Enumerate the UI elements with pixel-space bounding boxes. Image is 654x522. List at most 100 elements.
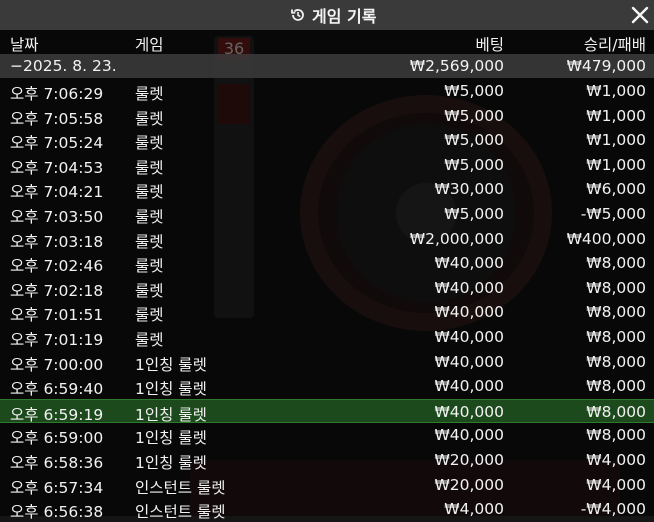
- row-result: -₩4,000: [580, 500, 646, 519]
- row-time: 오후 6:56:38: [10, 503, 104, 522]
- row-bet: ₩40,000: [434, 303, 504, 322]
- summary-bet: ₩2,569,000: [409, 57, 504, 75]
- row-result: ₩8,000: [586, 426, 646, 445]
- row-game: 룰렛: [135, 257, 164, 276]
- row-bet: ₩30,000: [434, 180, 504, 199]
- col-date-header: 날짜: [10, 36, 39, 54]
- table-row[interactable]: 오후 6:59:19 1인칭 룰렛 ₩40,000 ₩8,000: [0, 398, 654, 424]
- close-icon[interactable]: [628, 3, 652, 27]
- row-result: ₩6,000: [586, 180, 646, 199]
- row-result: ₩4,000: [586, 475, 646, 494]
- row-bet: ₩20,000: [434, 451, 504, 469]
- row-game: 1인칭 룰렛: [135, 380, 207, 399]
- table-row[interactable]: 오후 7:05:58 룰렛 ₩5,000 ₩1,000: [0, 104, 654, 128]
- row-time: 오후 7:02:18: [10, 281, 104, 300]
- row-result: ₩8,000: [586, 254, 646, 273]
- row-time: 오후 6:58:36: [10, 454, 104, 472]
- row-bet: ₩40,000: [434, 254, 504, 273]
- row-bet: ₩4,000: [444, 500, 504, 519]
- row-time: 오후 7:05:58: [10, 109, 104, 128]
- page-title: 게임 기록: [312, 7, 377, 26]
- row-game: 룰렛: [135, 232, 164, 251]
- row-result: ₩1,000: [586, 106, 646, 125]
- table-row[interactable]: 오후 7:02:46 룰렛 ₩40,000 ₩8,000: [0, 251, 654, 275]
- row-result: ₩8,000: [586, 278, 646, 297]
- col-bet-header: 베팅: [475, 36, 504, 54]
- table-row[interactable]: 오후 7:01:51 룰렛 ₩40,000 ₩8,000: [0, 300, 654, 324]
- row-time: 오후 6:57:34: [10, 478, 104, 497]
- col-result-header: 승리/패배: [583, 36, 646, 54]
- row-bet: ₩2,000,000: [409, 229, 504, 248]
- history-icon: [291, 9, 304, 21]
- summary-date: −2025. 8. 23.: [10, 57, 117, 75]
- row-time: 오후 7:03:50: [10, 208, 104, 226]
- row-result: ₩1,000: [586, 155, 646, 174]
- row-bet: ₩5,000: [444, 155, 504, 174]
- row-game: 룰렛: [135, 85, 164, 103]
- row-bet: ₩40,000: [434, 328, 504, 346]
- history-table: 날짜 게임 베팅 승리/패배 −2025. 8. 23. ₩2,569,000 …: [0, 30, 654, 521]
- col-game-header: 게임: [135, 36, 164, 54]
- row-result: ₩400,000: [566, 229, 646, 248]
- table-header: 날짜 게임 베팅 승리/패배: [0, 30, 654, 54]
- table-row[interactable]: 오후 6:58:36 1인칭 룰렛 ₩20,000 ₩4,000: [0, 448, 654, 472]
- row-bet: ₩5,000: [444, 106, 504, 125]
- row-time: 오후 7:00:00: [10, 355, 104, 374]
- row-bet: ₩20,000: [434, 475, 504, 494]
- row-bet: ₩5,000: [444, 131, 504, 150]
- date-summary-row[interactable]: −2025. 8. 23. ₩2,569,000 ₩479,000: [0, 54, 654, 78]
- row-game: 1인칭 룰렛: [135, 405, 207, 424]
- table-row[interactable]: 오후 6:59:00 1인칭 룰렛 ₩40,000 ₩8,000: [0, 423, 654, 447]
- row-bet: ₩5,000: [444, 82, 504, 100]
- row-bet: ₩40,000: [434, 426, 504, 445]
- table-row[interactable]: 오후 7:04:21 룰렛 ₩30,000 ₩6,000: [0, 177, 654, 201]
- row-result: -₩5,000: [580, 205, 646, 223]
- row-bet: ₩5,000: [444, 205, 504, 223]
- row-bet: ₩40,000: [434, 278, 504, 297]
- table-row[interactable]: 오후 7:04:53 룰렛 ₩5,000 ₩1,000: [0, 153, 654, 177]
- row-time: 오후 7:02:46: [10, 257, 104, 276]
- row-game: 룰렛: [135, 109, 164, 128]
- row-time: 오후 6:59:00: [10, 429, 104, 448]
- table-row[interactable]: 오후 6:59:40 1인칭 룰렛 ₩40,000 ₩8,000: [0, 374, 654, 398]
- row-result: ₩8,000: [586, 402, 646, 421]
- table-row[interactable]: 오후 6:56:38 인스턴트 룰렛 ₩4,000 -₩4,000: [0, 497, 654, 521]
- title-bar: 게임 기록: [0, 0, 654, 30]
- row-time: 오후 7:04:21: [10, 183, 104, 202]
- row-time: 오후 6:59:19: [10, 405, 104, 424]
- row-game: 룰렛: [135, 306, 164, 325]
- row-time: 오후 6:59:40: [10, 380, 104, 399]
- table-row[interactable]: 오후 7:03:50 룰렛 ₩5,000 -₩5,000: [0, 202, 654, 226]
- row-time: 오후 7:03:18: [10, 232, 104, 251]
- row-bet: ₩40,000: [434, 402, 504, 421]
- row-game: 룰렛: [135, 208, 164, 226]
- row-time: 오후 7:01:51: [10, 306, 104, 325]
- summary-result: ₩479,000: [566, 57, 646, 75]
- row-bet: ₩40,000: [434, 377, 504, 396]
- row-game: 룰렛: [135, 331, 164, 349]
- table-row[interactable]: 오후 7:03:18 룰렛 ₩2,000,000 ₩400,000: [0, 227, 654, 251]
- row-result: ₩8,000: [586, 377, 646, 396]
- table-row[interactable]: 오후 7:00:00 1인칭 룰렛 ₩40,000 ₩8,000: [0, 350, 654, 374]
- row-game: 룰렛: [135, 281, 164, 300]
- row-game: 룰렛: [135, 158, 164, 177]
- table-row[interactable]: 오후 7:01:19 룰렛 ₩40,000 ₩8,000: [0, 325, 654, 349]
- row-game: 1인칭 룰렛: [135, 454, 207, 472]
- table-row[interactable]: 오후 7:02:18 룰렛 ₩40,000 ₩8,000: [0, 276, 654, 300]
- row-result: ₩1,000: [586, 82, 646, 100]
- row-time: 오후 7:01:19: [10, 331, 104, 349]
- row-game: 인스턴트 룰렛: [135, 478, 226, 497]
- row-game: 1인칭 룰렛: [135, 429, 207, 448]
- row-result: ₩8,000: [586, 328, 646, 346]
- table-row[interactable]: 오후 7:05:24 룰렛 ₩5,000 ₩1,000: [0, 128, 654, 152]
- table-row[interactable]: 오후 7:06:29 룰렛 ₩5,000 ₩1,000: [0, 79, 654, 103]
- row-result: ₩8,000: [586, 352, 646, 371]
- row-time: 오후 7:06:29: [10, 85, 104, 103]
- table-row[interactable]: 오후 6:57:34 인스턴트 룰렛 ₩20,000 ₩4,000: [0, 473, 654, 497]
- row-result: ₩8,000: [586, 303, 646, 322]
- row-time: 오후 7:05:24: [10, 134, 104, 153]
- row-result: ₩1,000: [586, 131, 646, 150]
- row-game: 1인칭 룰렛: [135, 355, 207, 374]
- row-result: ₩4,000: [586, 451, 646, 469]
- row-bet: ₩40,000: [434, 352, 504, 371]
